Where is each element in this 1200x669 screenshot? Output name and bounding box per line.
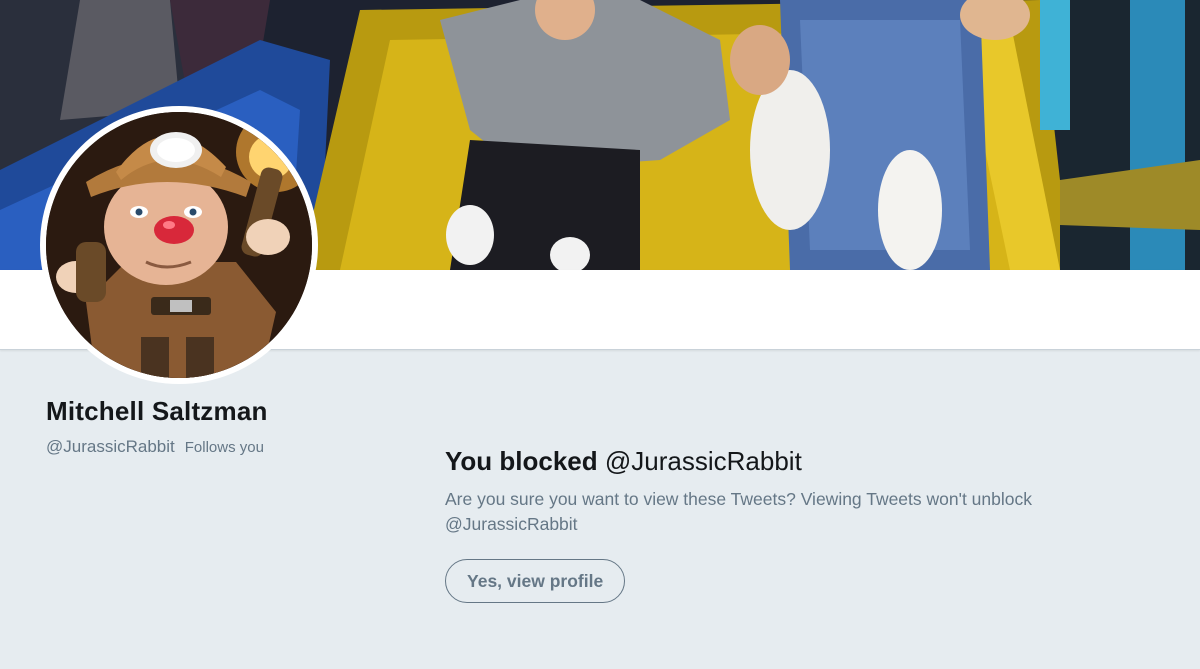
blocked-title: You blocked @JurassicRabbit xyxy=(445,446,1125,477)
view-profile-button[interactable]: Yes, view profile xyxy=(445,559,626,603)
profile-handle-row: @JurassicRabbit Follows you xyxy=(46,437,264,457)
avatar-image xyxy=(46,112,312,378)
blocked-description: Are you sure you want to view these Twee… xyxy=(445,489,1033,534)
follows-you-badge: Follows you xyxy=(184,439,264,456)
blocked-notice: You blocked @JurassicRabbit Are you sure… xyxy=(445,446,1125,603)
blocked-title-handle: @JurassicRabbit xyxy=(604,446,802,476)
profile-name: Mitchell Saltzman xyxy=(46,396,268,426)
profile-handle[interactable]: @JurassicRabbit xyxy=(46,437,175,456)
profile-avatar[interactable] xyxy=(40,106,318,384)
blocked-title-bold: You blocked xyxy=(445,446,598,476)
